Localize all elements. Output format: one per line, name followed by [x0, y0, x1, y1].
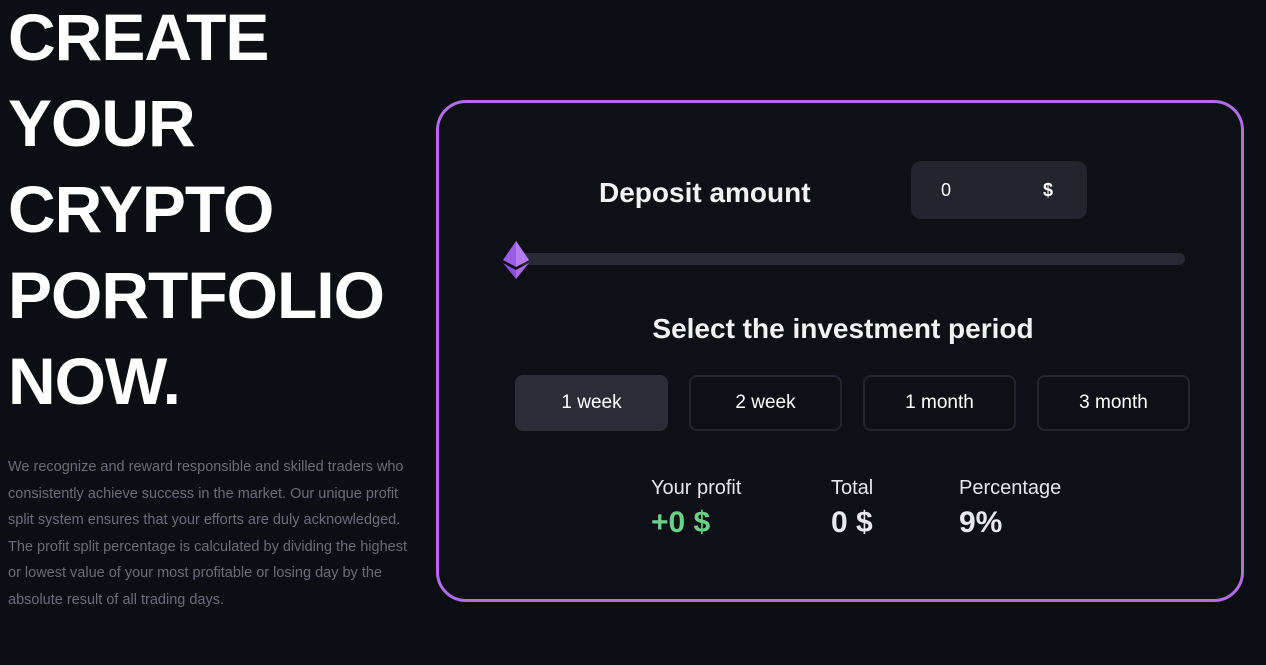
profit-value: +0 $ [651, 506, 711, 539]
profit-label: Your profit [651, 477, 742, 499]
percentage-value: 9% [959, 506, 1003, 539]
period-button-1-month[interactable]: 1 month [863, 375, 1016, 431]
percentage-stat: Percentage 9% [959, 477, 1061, 540]
period-button-2-week[interactable]: 2 week [689, 375, 842, 431]
total-label: Total [831, 477, 874, 499]
headline-line: YOUR [8, 86, 196, 160]
hero-description: We recognize and reward responsible and … [8, 459, 407, 608]
page: CREATE YOUR CRYPTO PORTFOLIO NOW. We rec… [0, 0, 1266, 665]
deposit-currency: $ [1043, 179, 1054, 200]
period-button-1-week[interactable]: 1 week [515, 375, 668, 431]
total-value: 0 $ [831, 506, 873, 539]
percentage-label: Percentage [959, 477, 1062, 499]
headline-line: NOW. [8, 344, 181, 418]
deposit-field: $ [911, 161, 1087, 219]
profit-stat: Your profit +0 $ [651, 477, 741, 540]
period-button-3-month[interactable]: 3 month [1037, 375, 1190, 431]
deposit-input[interactable] [939, 178, 1043, 202]
calculator-card: Deposit amount $ Select the investment p… [436, 100, 1244, 602]
ethereum-icon [503, 241, 529, 279]
headline-line: PORTFOLIO [8, 258, 385, 332]
hero-section: CREATE YOUR CRYPTO PORTFOLIO NOW. We rec… [8, 0, 418, 628]
headline-line: CRYPTO [8, 172, 274, 246]
deposit-slider-thumb[interactable] [503, 241, 529, 279]
period-selector: 1 week 2 week 1 month 3 month [515, 375, 1191, 431]
hero-headline: CREATE YOUR CRYPTO PORTFOLIO NOW. [8, 0, 418, 424]
period-title: Select the investment period [652, 313, 1034, 344]
deposit-label: Deposit amount [599, 177, 811, 208]
total-stat: Total 0 $ [831, 477, 873, 540]
headline-line: CREATE [8, 0, 269, 74]
deposit-slider-track[interactable] [515, 253, 1185, 265]
